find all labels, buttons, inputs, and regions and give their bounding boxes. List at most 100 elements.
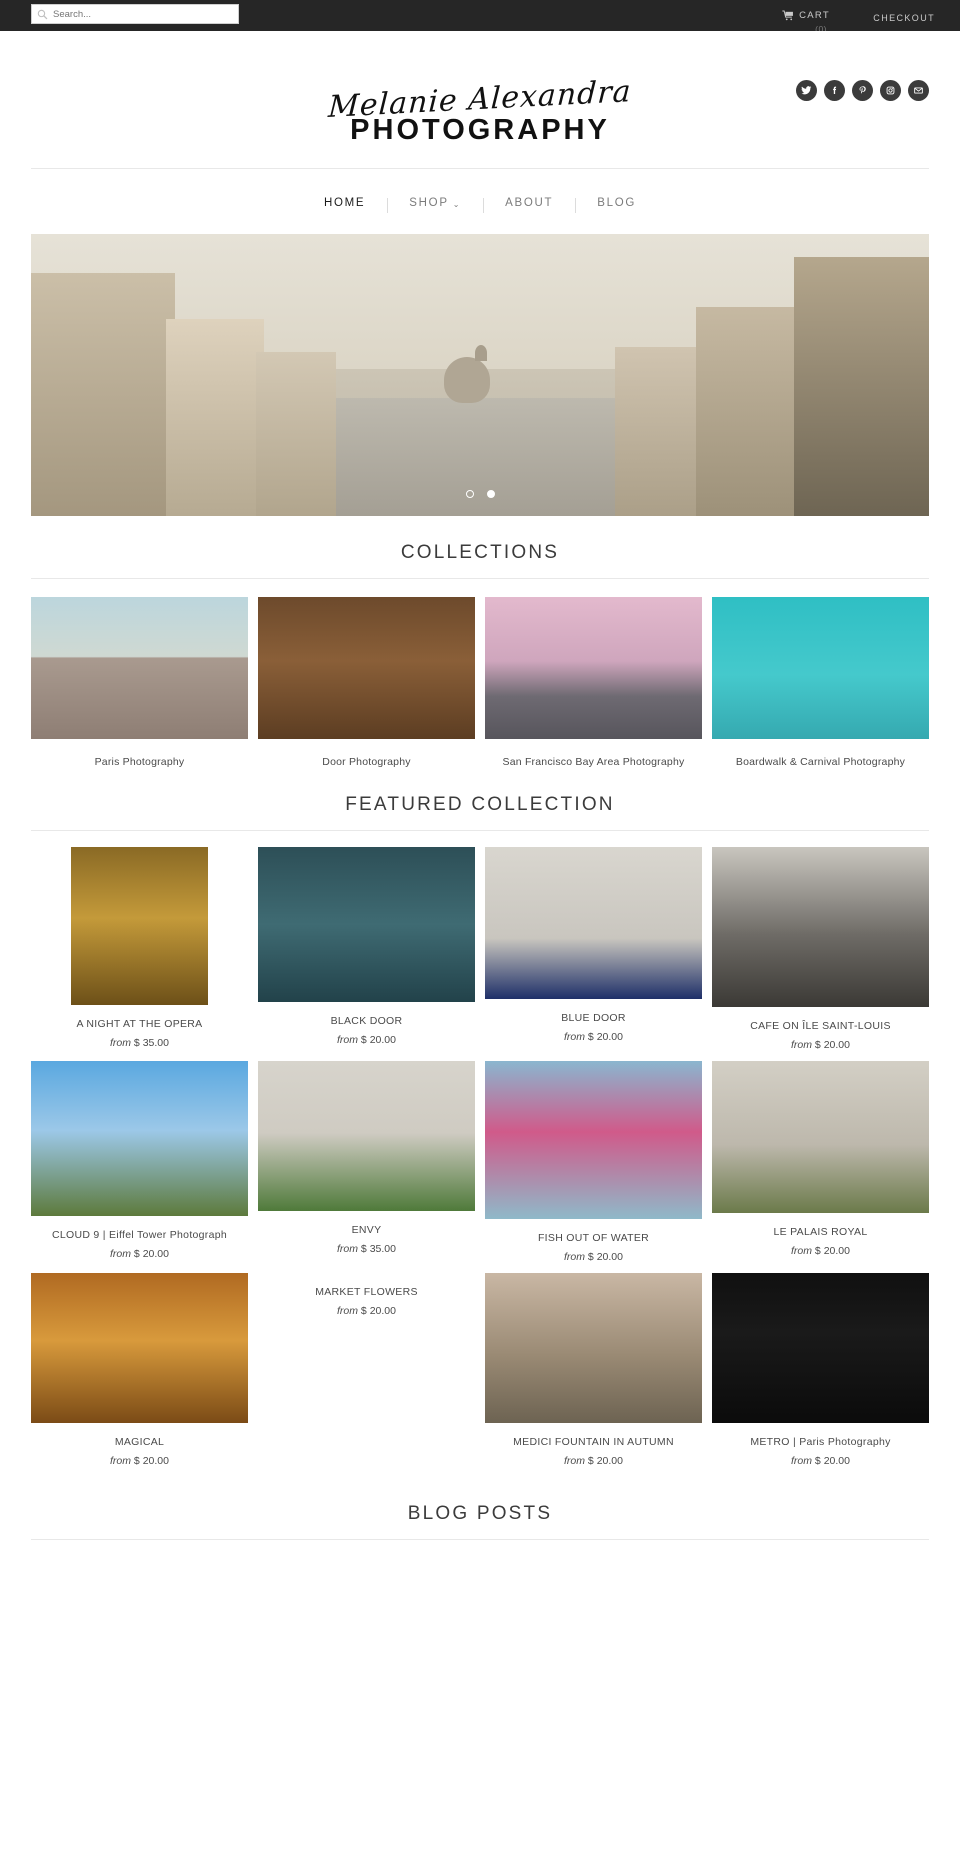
nav-item-label: HOME — [323, 197, 366, 209]
product-card[interactable]: BLACK DOOR from $ 20.00 — [258, 847, 475, 1061]
product-title: LE PALAIS ROYAL — [773, 1226, 868, 1238]
product-title: CAFE ON ÎLE SAINT-LOUIS — [750, 1020, 891, 1032]
collection-label: Door Photography — [322, 756, 411, 768]
product-title: MEDICI FOUNTAIN IN AUTUMN — [513, 1436, 674, 1448]
search-icon — [37, 9, 48, 19]
price-value: $ 20.00 — [812, 1039, 850, 1051]
search-box[interactable] — [31, 4, 239, 24]
product-title: MARKET FLOWERS — [315, 1286, 418, 1298]
nav-list: HOME SHOP ⌄ ABOUT BLOG — [31, 184, 929, 222]
product-title: CLOUD 9 | Eiffel Tower Photograph — [51, 1229, 228, 1241]
price-value: $ 35.00 — [131, 1037, 169, 1049]
hero-slider[interactable] — [31, 234, 929, 516]
collection-image — [485, 597, 702, 739]
collection-label: Paris Photography — [94, 756, 185, 768]
price-value: $ 20.00 — [358, 1305, 396, 1317]
collection-card[interactable]: Boardwalk & Carnival Photography — [712, 597, 929, 768]
collection-card[interactable]: San Francisco Bay Area Photography — [485, 597, 702, 768]
collection-label: San Francisco Bay Area Photography — [502, 756, 685, 768]
product-price: from $ 20.00 — [31, 1241, 248, 1260]
price-prefix: from — [110, 1455, 132, 1467]
product-image — [712, 847, 929, 1007]
logo-main-text: PHOTOGRAPHY — [350, 114, 610, 146]
site-header: Melanie Alexandra PHOTOGRAPHY — [0, 31, 960, 168]
search-input[interactable] — [53, 8, 233, 20]
product-image — [71, 847, 208, 1005]
price-value: $ 20.00 — [585, 1031, 623, 1043]
nav-item-label: BLOG — [597, 197, 636, 209]
hero-dome — [444, 357, 491, 404]
checkout-link[interactable]: CHECKOUT — [873, 13, 935, 23]
product-card[interactable]: BLUE DOOR from $ 20.00 — [485, 847, 702, 1061]
product-grid: A NIGHT AT THE OPERA from $ 35.00 BLACK DO… — [31, 847, 929, 1477]
product-price: from $ 20.00 — [258, 1298, 475, 1317]
blog-heading: BLOG POSTS — [407, 1503, 553, 1524]
product-card[interactable]: CLOUD 9 | Eiffel Tower Photograph from $ … — [31, 1061, 248, 1273]
product-price: from $ 20.00 — [258, 1027, 475, 1046]
price-prefix: from — [337, 1243, 359, 1255]
product-price: from $ 35.00 — [31, 1030, 248, 1049]
nav-item-home[interactable]: HOME — [302, 197, 387, 209]
price-prefix: from — [564, 1251, 586, 1263]
price-prefix: from — [564, 1455, 586, 1467]
product-image — [712, 1061, 929, 1213]
product-card[interactable]: FISH OUT OF WATER from $ 20.00 — [485, 1061, 702, 1273]
product-title: BLUE DOOR — [561, 1012, 626, 1024]
nav-item-about[interactable]: ABOUT — [483, 197, 575, 213]
product-card[interactable]: MEDICI FOUNTAIN IN AUTUMN from $ 20.00 — [485, 1273, 702, 1477]
product-title: METRO | Paris Photography — [750, 1436, 891, 1448]
nav-item-label: SHOP — [409, 197, 449, 209]
product-price: from $ 20.00 — [712, 1448, 929, 1467]
hero-spire — [474, 344, 487, 361]
carousel-dot-1[interactable] — [465, 490, 474, 498]
hero-buildings-right2 — [695, 307, 804, 516]
product-image — [712, 1273, 929, 1423]
hero-buildings-left — [31, 273, 175, 516]
price-value: $ 20.00 — [812, 1455, 850, 1467]
divider — [31, 1539, 929, 1540]
collection-card[interactable]: Paris Photography — [31, 597, 248, 768]
product-card[interactable]: ENVY from $ 35.00 — [258, 1061, 475, 1273]
product-title: FISH OUT OF WATER — [537, 1232, 650, 1244]
collection-image — [258, 597, 475, 739]
product-card[interactable]: MAGICAL from $ 20.00 — [31, 1273, 248, 1477]
utility-bar: CART (0) CHECKOUT — [0, 0, 960, 34]
price-prefix: from — [791, 1039, 813, 1051]
divider — [31, 830, 929, 831]
price-value: $ 20.00 — [358, 1034, 396, 1046]
price-prefix: from — [791, 1455, 813, 1467]
price-value: $ 20.00 — [131, 1248, 169, 1260]
nav-item-blog[interactable]: BLOG — [575, 197, 658, 213]
divider — [31, 578, 929, 579]
cart-icon — [782, 10, 794, 21]
carousel-dot-2[interactable] — [486, 490, 495, 498]
product-card[interactable]: LE PALAIS ROYAL from $ 20.00 — [712, 1061, 929, 1273]
price-value: $ 20.00 — [585, 1455, 623, 1467]
collection-image — [31, 597, 248, 739]
product-price: from $ 20.00 — [485, 1244, 702, 1263]
product-image — [31, 1273, 248, 1423]
featured-heading: FEATURED COLLECTION — [345, 794, 615, 815]
cart-label: CART — [799, 10, 830, 21]
product-image — [258, 847, 475, 1002]
product-price: from $ 20.00 — [485, 1024, 702, 1043]
carousel-dots[interactable] — [31, 490, 929, 498]
product-card[interactable]: METRO | Paris Photography from $ 20.00 — [712, 1273, 929, 1477]
product-card[interactable]: MARKET FLOWERS from $ 20.00 — [258, 1273, 475, 1477]
product-image — [485, 1273, 702, 1423]
collection-card[interactable]: Door Photography — [258, 597, 475, 768]
hero-buildings-right — [794, 256, 929, 516]
price-value: $ 20.00 — [131, 1455, 169, 1467]
product-title: ENVY — [351, 1224, 382, 1236]
product-card[interactable]: A NIGHT AT THE OPERA from $ 35.00 — [31, 847, 248, 1061]
product-price: from $ 35.00 — [258, 1236, 475, 1255]
site-logo[interactable]: Melanie Alexandra PHOTOGRAPHY — [0, 74, 960, 146]
price-value: $ 20.00 — [812, 1245, 850, 1257]
price-prefix: from — [337, 1305, 359, 1317]
product-image — [485, 847, 702, 999]
product-price: from $ 20.00 — [485, 1448, 702, 1467]
product-card[interactable]: CAFE ON ÎLE SAINT-LOUIS from $ 20.00 — [712, 847, 929, 1061]
collections-list: Paris Photography Door Photography San Fra… — [31, 597, 929, 768]
product-image — [485, 1061, 702, 1219]
nav-item-shop[interactable]: SHOP ⌄ — [387, 197, 483, 213]
